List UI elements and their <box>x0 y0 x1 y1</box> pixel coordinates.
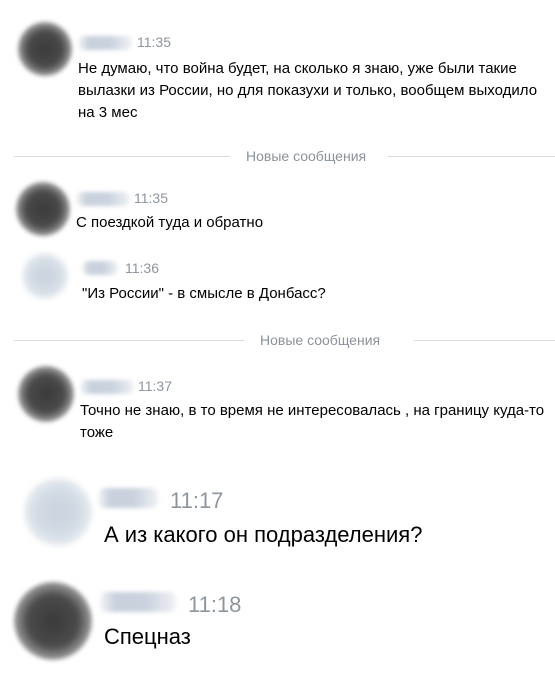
avatar[interactable] <box>22 253 68 299</box>
divider-label: Новые сообщения <box>246 148 367 164</box>
sender-name[interactable] <box>100 592 176 612</box>
message-item: 11:35 С поездкой туда и обратно <box>0 170 555 240</box>
message-text: Точно не знаю, в то время не интересовал… <box>80 402 545 441</box>
message-time: 11:35 <box>134 190 168 206</box>
avatar[interactable] <box>18 22 72 76</box>
avatar[interactable] <box>18 366 74 422</box>
message-time: 11:18 <box>188 592 242 617</box>
message-text: Спецназ <box>104 624 191 649</box>
message-item: 11:37 Точно не знаю, в то время не интер… <box>0 358 555 458</box>
chat-history: 11:35 Не думаю, что война будет, на скол… <box>0 0 555 680</box>
divider-line <box>388 156 555 157</box>
message-text: С поездкой туда и обратно <box>76 214 264 231</box>
avatar[interactable] <box>24 478 92 546</box>
divider-line <box>14 340 244 341</box>
new-messages-divider: Новые сообщения <box>14 330 555 350</box>
message-text: А из какого он подразделения? <box>104 522 423 547</box>
message-time: 11:17 <box>170 488 224 513</box>
sender-name[interactable] <box>76 192 130 206</box>
message-time: 11:36 <box>125 260 159 276</box>
message-item: 11:17 А из какого он подразделения? <box>0 468 555 568</box>
message-time: 11:35 <box>137 34 171 50</box>
divider-label: Новые сообщения <box>260 332 381 348</box>
message-item: 11:18 Спецназ <box>0 572 555 677</box>
sender-name[interactable] <box>78 36 132 50</box>
message-item: 11:36 "Из России" - в смысле в Донбасс? <box>0 245 555 320</box>
divider-line <box>14 156 230 157</box>
message-time: 11:37 <box>138 378 172 394</box>
sender-name[interactable] <box>98 488 158 508</box>
avatar[interactable] <box>14 582 92 660</box>
sender-name[interactable] <box>80 380 134 394</box>
divider-line <box>414 340 555 341</box>
message-text: Не думаю, что война будет, на сколько я … <box>78 60 538 121</box>
message-text: "Из России" - в смысле в Донбасс? <box>82 285 326 302</box>
sender-name[interactable] <box>82 261 118 275</box>
message-item: 11:35 Не думаю, что война будет, на скол… <box>0 0 555 140</box>
avatar[interactable] <box>16 182 70 236</box>
new-messages-divider: Новые сообщения <box>14 146 555 166</box>
